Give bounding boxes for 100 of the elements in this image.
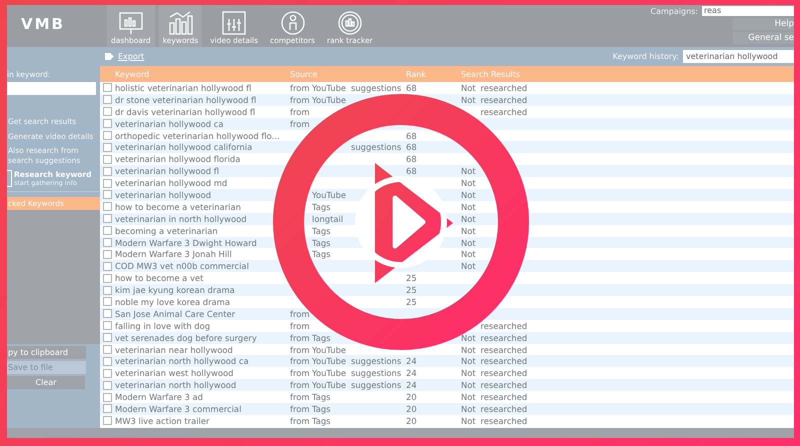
source-word: longtail [312,214,344,224]
source-word: from [290,380,310,390]
export-link[interactable]: Export [118,52,144,61]
row-checkbox[interactable] [103,83,112,92]
rank-cell-text: 20 [406,392,418,402]
results-word: researched [480,356,528,366]
keyword-cell-text: dr stone veterinarian hollywood fl [115,94,258,105]
results-word: researched [480,368,528,378]
results-word: researched [480,106,528,117]
keyword-cell-text: veterinarian hollywood florida [115,154,242,164]
column-header[interactable]: Rank [406,70,461,78]
keyword-cell-text: how to become a vet [115,273,204,284]
header-menu-button[interactable]: General se [733,32,794,44]
keyword-cell-text: Modern Warfare 3 Jonah Hill [115,249,233,260]
row-checkbox[interactable] [103,416,112,426]
source-word: suggestions [351,142,402,152]
row-checkbox[interactable] [103,166,112,176]
results-word: Not [461,332,477,343]
export-icon [105,53,114,60]
results-word: Not [461,94,477,105]
results-word: Not [461,226,477,236]
row-checkbox[interactable] [103,321,112,330]
results-word: Not [461,380,477,390]
keyword-input[interactable] [7,82,96,96]
row-checkbox[interactable] [103,190,112,200]
keyword-cell-text: noble my love korea drama [115,296,231,307]
row-checkbox[interactable] [103,380,112,390]
row-checkbox[interactable] [103,404,112,414]
source-word: suggestions [351,356,402,366]
source-word: from [290,82,310,93]
row-checkbox[interactable] [103,202,112,212]
row-checkbox[interactable] [103,214,112,224]
rank-cell-text: 25 [406,296,418,307]
row-checkbox[interactable] [103,250,112,259]
row-checkbox[interactable] [103,297,112,306]
keyword-cell-text: veterinarian north hollywood ca [115,356,250,366]
source-word: Tags [312,202,332,212]
source-word: Tags [312,238,332,248]
row-checkbox[interactable] [103,356,112,366]
results-word: Not [461,178,477,188]
campaign-select[interactable]: reas [702,6,794,16]
source-word: from [290,308,310,319]
source-word: YouTube [312,380,348,390]
column-header[interactable]: Keyword [115,70,290,78]
row-checkbox[interactable] [103,274,112,283]
keyword-history-label: Keyword history: [612,52,679,61]
monitor-chart-icon [116,10,145,36]
row-checkbox[interactable] [103,178,112,188]
row-checkbox[interactable] [103,286,112,295]
source-word: from [290,392,310,402]
rank-cell-text: 24 [406,356,418,366]
row-checkbox[interactable] [103,142,112,152]
source-word: suggestions [351,368,402,378]
column-header[interactable]: Search Results [461,70,794,78]
source-word: YouTube [312,368,348,378]
results-word: Not [461,356,477,366]
rank-cell-text: 20 [406,416,418,426]
source-word: from [290,106,310,117]
results-word: researched [480,380,528,390]
source-word: Tags [312,332,332,343]
source-word: Tags [312,416,332,426]
sidebar-button[interactable]: Clear [7,376,85,390]
keyword-cell-text: Modern Warfare 3 commercial [115,404,242,414]
keyword-cell-text: kim jae kyung korean drama [115,285,236,296]
keyword-history-field[interactable]: veterinarian hollywood [683,50,794,63]
row-checkbox[interactable] [103,392,112,402]
results-word: Not [461,249,477,260]
sidebar-button[interactable]: py to clipboard [7,346,86,360]
source-word: suggestions [351,82,402,93]
row-checkbox[interactable] [103,238,112,248]
keyword-cell-text: veterinarian near hollywood [115,344,234,355]
keyword-cell-text: Modern Warfare 3 Dwight Howard [115,238,258,248]
source-word: from [290,404,310,414]
header-menu-button[interactable]: Help [733,18,794,30]
column-header[interactable]: Source [290,70,406,78]
row-checkbox[interactable] [103,226,112,236]
keyword-cell-text: COD MW3 vet n00b commercial [115,261,250,272]
row-checkbox[interactable] [103,131,112,140]
results-word: Not [461,190,477,200]
row-checkbox[interactable] [103,262,112,271]
rank-cell-text: 68 [406,130,418,140]
row-checkbox[interactable] [103,119,112,128]
rank-cell-text: 25 [406,285,418,296]
source-word: YouTube [312,344,348,355]
row-checkbox[interactable] [103,95,112,104]
row-checkbox[interactable] [103,107,112,116]
results-word: researched [480,82,528,93]
source-word: from [290,94,310,105]
results-word: researched [480,94,528,105]
results-word: researched [480,416,528,426]
row-checkbox[interactable] [103,154,112,164]
target-chart-icon [336,10,364,36]
row-checkbox[interactable] [103,309,112,318]
row-checkbox[interactable] [103,368,112,378]
source-word: from [290,368,310,378]
row-checkbox[interactable] [103,345,112,354]
keyword-cell-text: veterinarian west hollywood [115,368,234,378]
source-word: Tags [312,392,332,402]
person-icon [278,10,306,36]
row-checkbox[interactable] [103,333,112,342]
